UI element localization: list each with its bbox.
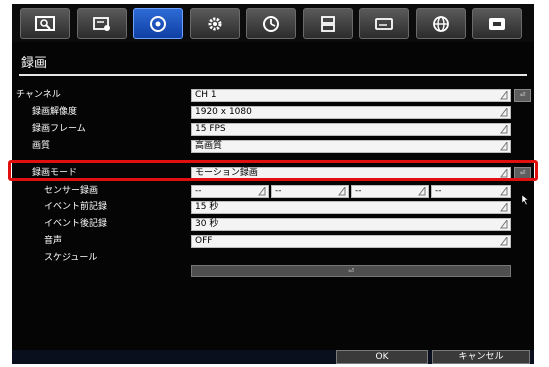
audio-select[interactable]: OFF <box>191 235 511 248</box>
tab-network[interactable] <box>416 8 466 39</box>
tab-settings[interactable] <box>190 8 240 39</box>
frame-label: 録画フレーム <box>32 124 86 134</box>
sensor-select-1[interactable]: -- <box>191 185 269 198</box>
title-divider <box>19 74 527 76</box>
audio-value: OFF <box>195 236 213 246</box>
tab-camera-display[interactable] <box>20 8 70 39</box>
post-event-label: イベント後記録 <box>44 219 108 229</box>
tab-schedule-clock[interactable] <box>246 8 296 39</box>
highlight-box <box>8 160 538 181</box>
frame-select[interactable]: 15 FPS <box>191 123 511 136</box>
gear-icon <box>208 17 222 30</box>
system-info-icon <box>489 17 505 30</box>
dropdown-corner-icon <box>258 187 266 196</box>
sensor-value-4: -- <box>435 186 442 196</box>
tab-device[interactable] <box>359 8 409 39</box>
cancel-button[interactable]: キャンセル <box>432 350 530 364</box>
dvr-device-icon <box>375 17 393 30</box>
audio-label: 音声 <box>44 236 63 246</box>
sensor-select-3[interactable]: -- <box>351 185 429 198</box>
network-globe-icon <box>433 15 449 32</box>
mouse-cursor-icon <box>522 195 529 205</box>
pre-event-select[interactable]: 15 秒 <box>191 201 511 214</box>
tab-record-settings[interactable] <box>77 8 127 39</box>
dropdown-corner-icon <box>500 187 508 196</box>
sensor-value-2: -- <box>275 186 282 196</box>
sensor-select-2[interactable]: -- <box>271 185 349 198</box>
sensor-label: センサー録画 <box>44 186 99 196</box>
post-event-select[interactable]: 30 秒 <box>191 218 511 231</box>
sensor-select-4[interactable]: -- <box>431 185 511 198</box>
dropdown-corner-icon <box>500 237 508 246</box>
dropdown-corner-icon <box>500 203 508 212</box>
dropdown-corner-icon <box>500 220 508 229</box>
record-settings-icon <box>93 16 110 31</box>
schedule-button[interactable]: ⏎ <box>191 265 511 277</box>
quality-value: 高画質 <box>195 141 223 151</box>
resolution-label: 録画解像度 <box>32 107 78 117</box>
sensor-value-1: -- <box>195 186 202 196</box>
quality-label: 画質 <box>32 141 51 151</box>
resolution-select[interactable]: 1920 x 1080 <box>191 106 511 119</box>
dropdown-corner-icon <box>500 142 508 151</box>
page-title: 録画 <box>21 56 48 71</box>
storage-icon <box>321 15 335 32</box>
camera-display-icon <box>35 15 55 31</box>
ok-button[interactable]: OK <box>336 350 428 364</box>
channel-copy-button[interactable]: ⏎ <box>514 89 531 102</box>
dropdown-corner-icon <box>500 125 508 134</box>
pre-event-value: 15 秒 <box>195 202 219 212</box>
dropdown-corner-icon <box>418 187 426 196</box>
quality-select[interactable]: 高画質 <box>191 140 511 153</box>
channel-value: CH 1 <box>195 90 217 100</box>
dropdown-corner-icon <box>500 91 508 100</box>
dropdown-corner-icon <box>500 108 508 117</box>
schedule-label: スケジュール <box>44 253 98 263</box>
sensor-value-3: -- <box>355 186 362 196</box>
post-event-value: 30 秒 <box>195 219 219 229</box>
tab-bar <box>12 4 534 42</box>
bottom-bar: OK キャンセル <box>12 350 534 364</box>
record-icon <box>150 15 166 32</box>
tab-system-info[interactable] <box>472 8 522 39</box>
channel-label: チャンネル <box>16 90 61 100</box>
channel-select[interactable]: CH 1 <box>191 89 511 102</box>
tab-storage[interactable] <box>303 8 353 39</box>
dropdown-corner-icon <box>338 187 346 196</box>
clock-icon <box>263 15 279 32</box>
tab-record[interactable] <box>133 8 183 39</box>
recording-settings-window: 録画 チャンネル CH 1 ⏎ 録画解像度 1920 x 1080 録画フレーム… <box>12 4 534 364</box>
pre-event-label: イベント前記録 <box>44 202 108 212</box>
resolution-value: 1920 x 1080 <box>195 107 252 117</box>
frame-value: 15 FPS <box>195 124 226 134</box>
